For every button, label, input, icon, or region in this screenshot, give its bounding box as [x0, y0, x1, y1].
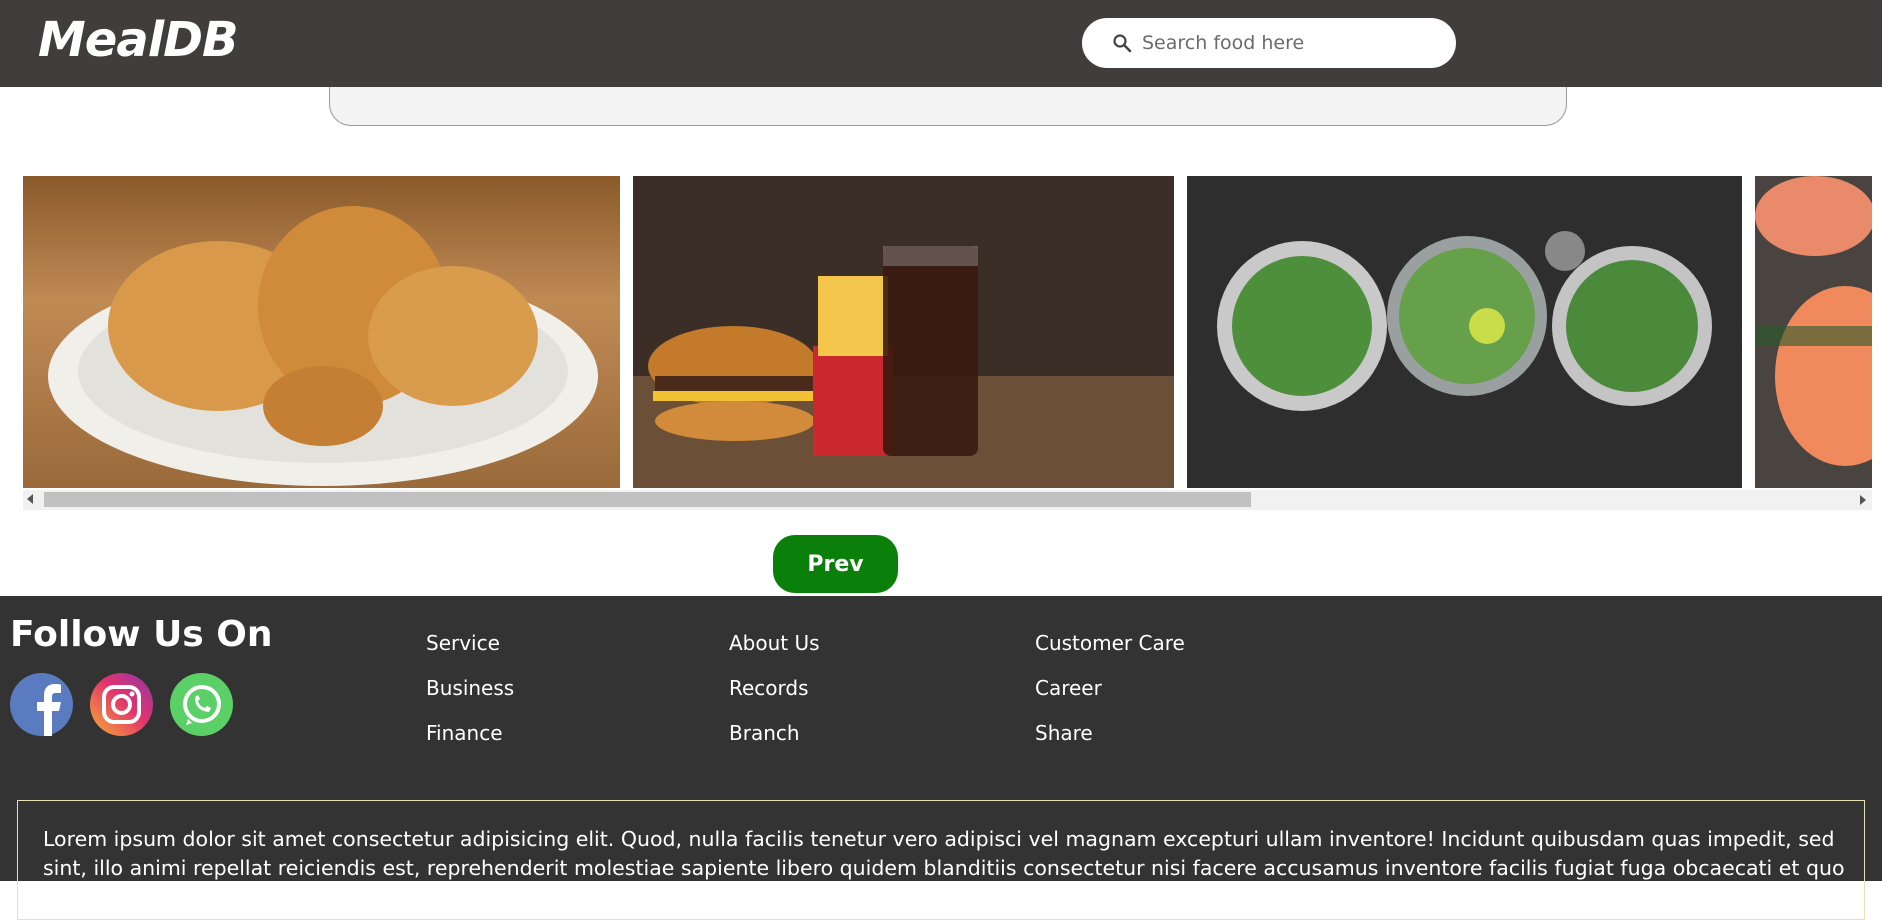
food-gallery[interactable]: [23, 176, 1872, 490]
facebook-icon[interactable]: [10, 673, 73, 736]
search-icon: [1113, 34, 1132, 53]
whatsapp-icon[interactable]: [170, 673, 233, 736]
follow-title: Follow Us On: [10, 614, 273, 655]
footer-link-about-us[interactable]: About Us: [729, 631, 820, 655]
footer-link-customer-care[interactable]: Customer Care: [1035, 631, 1185, 655]
prev-button[interactable]: Prev: [773, 535, 898, 593]
footer-link-career[interactable]: Career: [1035, 676, 1102, 700]
gallery-image-burger-meal[interactable]: [633, 176, 1174, 488]
footer-link-branch[interactable]: Branch: [729, 721, 800, 745]
footer: Follow Us On Service Business Finance Ab…: [0, 596, 1882, 920]
search-results-panel: [329, 87, 1567, 126]
footer-description: Lorem ipsum dolor sit amet consectetur a…: [43, 827, 1845, 909]
footer-link-finance[interactable]: Finance: [426, 721, 503, 745]
footer-link-business[interactable]: Business: [426, 676, 514, 700]
scroll-right-icon[interactable]: [1860, 495, 1866, 505]
gallery-image-fried-chicken[interactable]: [23, 176, 620, 488]
top-navbar: MealDB: [0, 0, 1882, 87]
search-box[interactable]: [1082, 18, 1456, 68]
footer-link-share[interactable]: Share: [1035, 721, 1093, 745]
footer-link-service[interactable]: Service: [426, 631, 500, 655]
gallery-image-salmon[interactable]: [1755, 176, 1872, 488]
gallery-image-salads[interactable]: [1187, 176, 1742, 488]
footer-text-box: Lorem ipsum dolor sit amet consectetur a…: [17, 800, 1865, 920]
search-input[interactable]: [1136, 18, 1448, 68]
gallery-scrollbar[interactable]: [23, 490, 1872, 510]
scroll-left-icon[interactable]: [27, 494, 33, 504]
site-logo[interactable]: MealDB: [38, 12, 239, 68]
scrollbar-thumb[interactable]: [44, 492, 1251, 507]
footer-link-records[interactable]: Records: [729, 676, 809, 700]
instagram-icon[interactable]: [90, 673, 153, 736]
